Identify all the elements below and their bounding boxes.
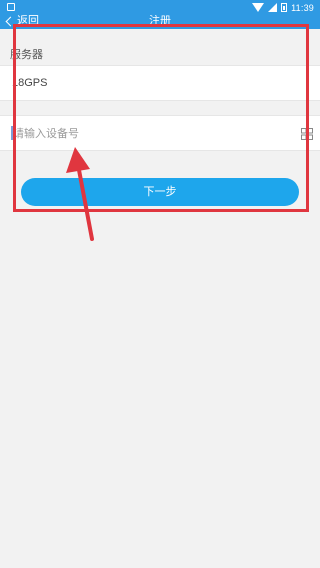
device-number-input[interactable] [13, 124, 283, 142]
server-value: 18GPS [12, 77, 48, 89]
next-step-button[interactable]: 下一步 [21, 178, 299, 206]
status-time: 11:39 [291, 2, 314, 13]
app-screen: 11:39 返回 注册 服务器 18GPS 下一步 [0, 0, 320, 568]
server-label: 服务器 [10, 48, 43, 61]
device-input-row [0, 115, 320, 151]
server-selector[interactable]: 18GPS [0, 65, 320, 101]
page-title: 注册 [149, 15, 171, 27]
scan-icon[interactable] [301, 128, 313, 140]
notification-icon [7, 3, 15, 11]
status-bar: 11:39 [0, 0, 320, 15]
signal-icon [268, 3, 278, 12]
battery-icon [281, 3, 288, 12]
nav-bar: 返回 注册 [0, 15, 320, 29]
status-bar-right: 11:39 [252, 2, 314, 13]
wifi-icon [252, 3, 265, 12]
